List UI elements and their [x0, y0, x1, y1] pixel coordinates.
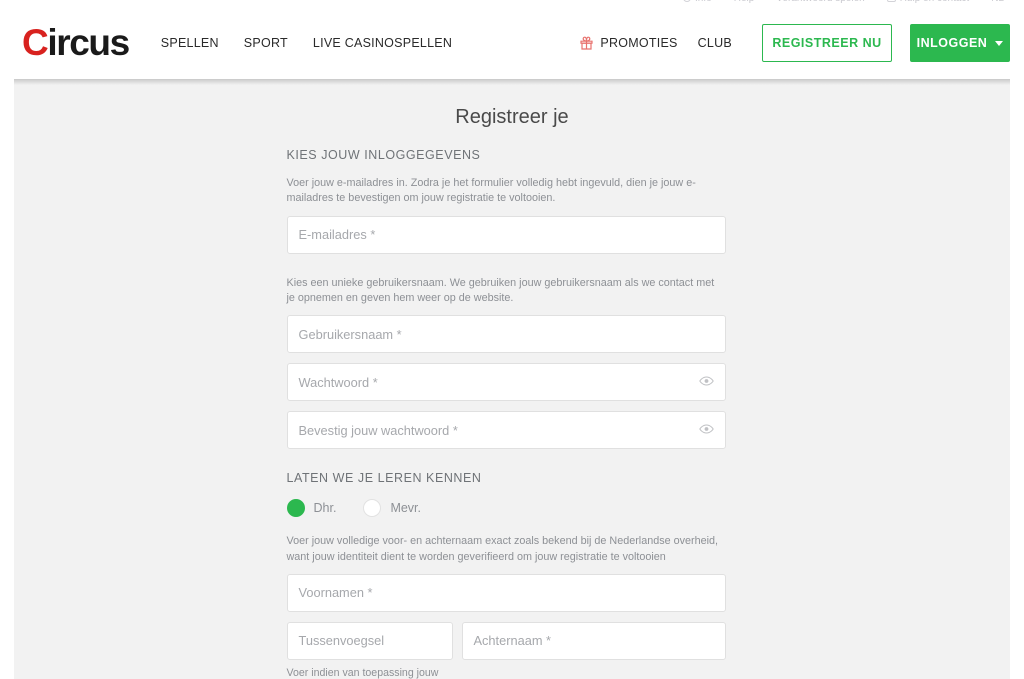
nav-item-promoties[interactable]: PROMOTIES [580, 36, 677, 50]
lastname-input-placeholder: Achternaam * [473, 633, 552, 649]
register-button[interactable]: REGISTREER NU [762, 24, 892, 62]
utility-bar: Info Help Verantwoord spelen Hulp en con… [14, 0, 1010, 7]
page-content: Registreer je KIES JOUW INLOGGEGEVENS Vo… [14, 79, 1010, 679]
utility-item-label: Help [734, 0, 755, 4]
salutation-label-dhr: Dhr. [313, 501, 337, 516]
password-input-placeholder: Wachtwoord * [298, 374, 378, 390]
salutation-label-mevr: Mevr. [390, 501, 421, 516]
nav-item-club[interactable]: CLUB [698, 36, 732, 50]
confirm-password-input[interactable]: Bevestig jouw wachtwoord * [286, 411, 726, 450]
username-input-placeholder: Gebruikersnaam * [298, 326, 402, 342]
infix-input-placeholder: Tussenvoegsel [298, 633, 385, 649]
show-password-icon[interactable] [698, 373, 714, 391]
infix-hint-text: Voer indien van toepassing jouw tussenvo… [286, 666, 439, 679]
name-helper-text: Voer jouw volledige voor- en achternaam … [286, 535, 719, 563]
salutation-radio-group: Dhr. Mevr. [286, 499, 726, 518]
utility-item-contact[interactable]: Hulp en contact [886, 0, 970, 4]
site-header: Circus SPELLEN SPORT LIVE CASINOSPELLEN … [0, 7, 1024, 79]
utility-item-label: Verantwoord spelen [776, 0, 864, 4]
utility-item-label: Hulp en contact [900, 0, 970, 4]
nav-item-live-casinospellen[interactable]: LIVE CASINOSPELLEN [313, 36, 452, 50]
salutation-radio-dhr[interactable] [286, 499, 305, 518]
show-confirm-password-icon[interactable] [698, 421, 714, 439]
salutation-radio-mevr[interactable] [363, 499, 382, 518]
circus-logo[interactable]: Circus [22, 21, 130, 63]
utility-item-label: NL [991, 0, 1004, 4]
clock-icon [683, 0, 692, 2]
firstname-input-placeholder: Voornamen * [298, 585, 373, 601]
gift-icon [580, 36, 593, 50]
logo-prefix: C [22, 21, 49, 63]
utility-item-language[interactable]: NL [991, 0, 1004, 4]
header-actions: PROMOTIES CLUB REGISTREER NU INLOGGEN [580, 24, 1010, 62]
name-row: Tussenvoegsel Voer indien van toepassing… [286, 621, 726, 679]
nav-item-spellen[interactable]: SPELLEN [161, 36, 219, 50]
utility-item-responsible-gaming[interactable]: Verantwoord spelen [776, 0, 864, 4]
logo-suffix: ircus [47, 21, 130, 63]
email-input[interactable]: E-mailadres * [286, 215, 726, 254]
infix-column: Tussenvoegsel Voer indien van toepassing… [286, 621, 453, 679]
section-title-credentials: KIES JOUW INLOGGEGEVENS [286, 148, 481, 162]
username-input[interactable]: Gebruikersnaam * [286, 315, 726, 354]
firstname-input[interactable]: Voornamen * [286, 573, 726, 612]
password-input[interactable]: Wachtwoord * [286, 363, 726, 402]
section-title-identity: LATEN WE JE LEREN KENNEN [286, 471, 482, 486]
infix-input[interactable]: Tussenvoegsel [286, 621, 453, 660]
chevron-down-icon [995, 40, 1004, 46]
login-button[interactable]: INLOGGEN [910, 24, 1010, 62]
nav-item-sport[interactable]: SPORT [244, 36, 288, 50]
registration-form: KIES JOUW INLOGGEGEVENS Voer jouw e-mail… [286, 129, 726, 679]
utility-item-label: Info [695, 0, 712, 4]
chat-icon [886, 0, 896, 2]
email-helper-text: Voer jouw e-mailadres in. Zodra je het f… [286, 177, 696, 205]
utility-item-info[interactable]: Info [683, 0, 712, 4]
username-helper-text: Kies een unieke gebruikersnaam. We gebru… [286, 276, 715, 304]
login-button-label: INLOGGEN [916, 36, 988, 50]
utility-item-help[interactable]: Help [734, 0, 755, 4]
email-input-placeholder: E-mailadres * [298, 227, 376, 243]
page-title: Registreer je [455, 106, 569, 128]
main-nav: SPELLEN SPORT LIVE CASINOSPELLEN [161, 36, 452, 50]
lastname-input[interactable]: Achternaam * [461, 621, 726, 660]
confirm-password-input-placeholder: Bevestig jouw wachtwoord * [298, 422, 458, 438]
nav-item-label: PROMOTIES [600, 36, 678, 50]
